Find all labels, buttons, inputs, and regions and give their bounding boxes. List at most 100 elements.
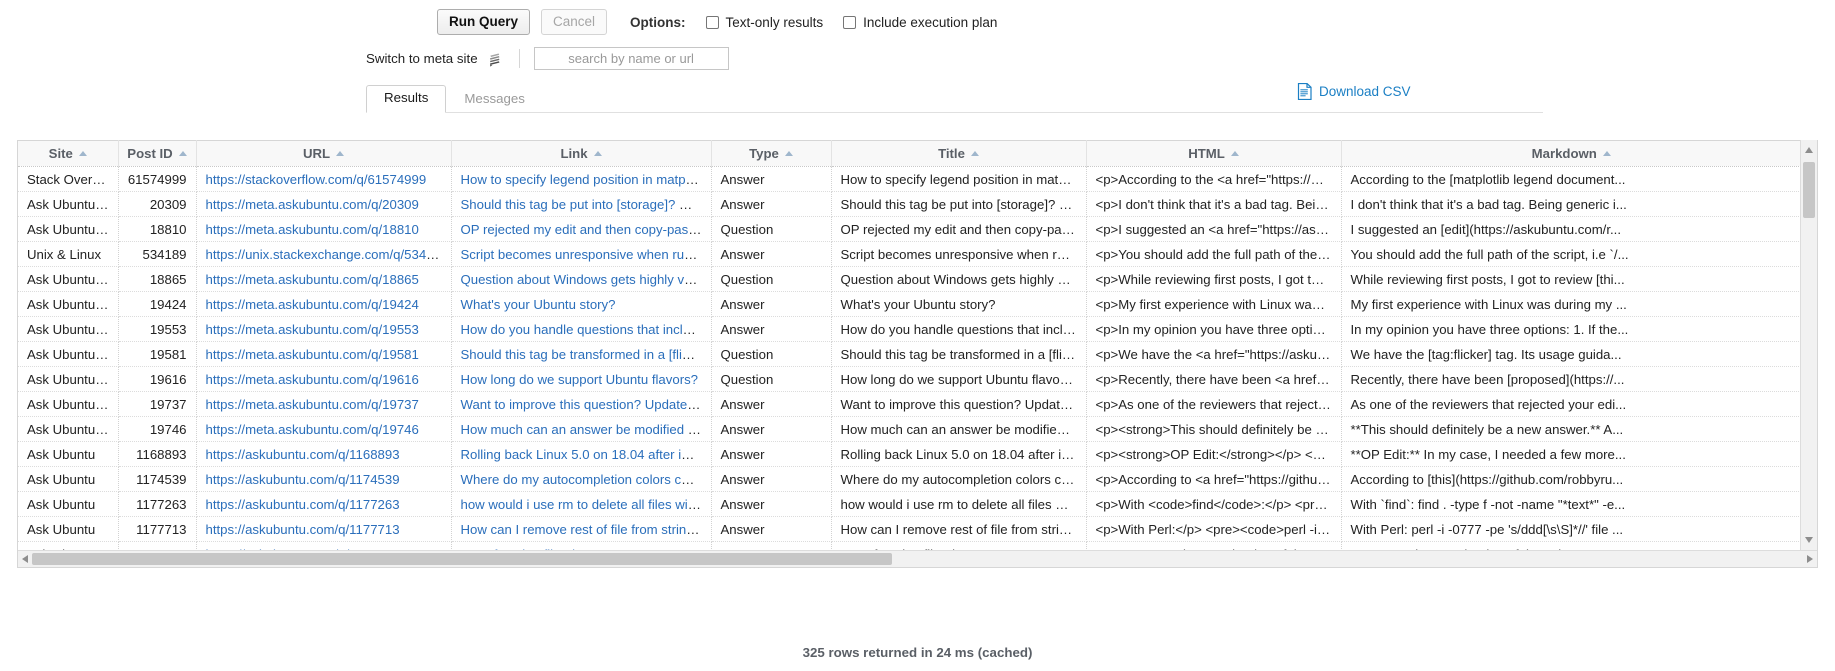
column-header-site[interactable]: Site <box>18 140 119 167</box>
sort-ascending-icon[interactable] <box>1230 151 1239 156</box>
cell-link-anchor[interactable]: What's your Ubuntu story? <box>461 297 616 312</box>
cell-url-anchor[interactable]: https://meta.askubuntu.com/q/19616 <box>206 372 419 387</box>
include-execution-plan-checkbox[interactable]: Include execution plan <box>843 15 997 30</box>
cell-link[interactable]: Should this tag be transformed in a [fli… <box>451 341 712 367</box>
cell-link-anchor[interactable]: How can I remove rest of file from strin… <box>461 522 711 537</box>
cell-link[interactable]: how would i use rm to delete all files w… <box>451 491 712 517</box>
cell-link[interactable]: What's your Ubuntu story? <box>451 291 712 317</box>
sort-ascending-icon[interactable] <box>78 151 87 156</box>
cell-url[interactable]: https://askubuntu.com/q/1177713 <box>196 516 452 542</box>
search-input[interactable] <box>533 46 729 70</box>
run-query-button[interactable]: Run Query <box>437 8 531 36</box>
table-row[interactable]: Ask Ubuntu M... 18865 https://meta.askubun… <box>18 266 1801 292</box>
cell-link[interactable]: Rolling back Linux 5.0 on 18.04 after in… <box>451 441 712 467</box>
cell-url-anchor[interactable]: https://meta.askubuntu.com/q/19553 <box>206 322 419 337</box>
cell-link-anchor[interactable]: How do you handle questions that include… <box>461 322 711 337</box>
table-row[interactable]: Ask Ubuntu M... 19553 https://meta.askubun… <box>18 316 1801 342</box>
column-header-post-id[interactable]: Post ID <box>118 140 197 167</box>
column-header-html[interactable]: HTML <box>1086 140 1342 167</box>
tab-messages[interactable]: Messages <box>446 86 543 113</box>
cell-link-anchor[interactable]: How long do we support Ubuntu flavors? <box>461 372 699 387</box>
cell-link-anchor[interactable]: Should this tag be put into [storage]? O… <box>461 197 711 212</box>
sort-ascending-icon[interactable] <box>970 151 979 156</box>
horizontal-scrollbar[interactable] <box>18 550 1817 567</box>
table-row[interactable]: Ask Ubuntu 1177713 https://askubuntu.com/q… <box>18 516 1801 542</box>
column-header-type[interactable]: Type <box>711 140 832 167</box>
switch-to-meta-site-link[interactable]: Switch to meta site <box>366 51 478 66</box>
scroll-down-icon[interactable] <box>1805 537 1813 543</box>
sort-ascending-icon[interactable] <box>593 151 602 156</box>
cell-url[interactable]: https://meta.askubuntu.com/q/20309 <box>196 191 452 217</box>
cell-link-anchor[interactable]: How much can an answer be modified befor… <box>461 422 711 437</box>
cell-url[interactable]: https://meta.askubuntu.com/q/19737 <box>196 391 452 417</box>
table-row[interactable]: Ask Ubuntu M... 19746 https://meta.askubun… <box>18 416 1801 442</box>
cell-url[interactable]: https://meta.askubuntu.com/q/18865 <box>196 266 452 292</box>
text-only-results-checkbox[interactable]: Text-only results <box>705 15 823 30</box>
table-row[interactable]: Ask Ubuntu 1177263 https://askubuntu.com/q… <box>18 491 1801 517</box>
cell-url-anchor[interactable]: https://askubuntu.com/q/1177263 <box>206 497 400 512</box>
cell-link[interactable]: OP rejected my edit and then copy-pasted… <box>451 216 712 242</box>
cell-link-anchor[interactable]: Rolling back Linux 5.0 on 18.04 after in… <box>461 447 711 462</box>
column-header-url[interactable]: URL <box>196 140 452 167</box>
cell-link[interactable]: Want to improve this question? Update th… <box>451 391 712 417</box>
cell-url-anchor[interactable]: https://stackoverflow.com/q/61574999 <box>206 172 427 187</box>
cell-link[interactable]: Script becomes unresponsive when running… <box>451 241 712 267</box>
cell-url[interactable]: https://meta.askubuntu.com/q/19746 <box>196 416 452 442</box>
sort-ascending-icon[interactable] <box>784 151 793 156</box>
cell-url-anchor[interactable]: https://meta.askubuntu.com/q/19581 <box>206 347 419 362</box>
scroll-left-icon[interactable] <box>22 555 28 563</box>
cell-link-anchor[interactable]: Question about Windows gets highly voted… <box>461 272 711 287</box>
table-row[interactable]: Unix & Linux 534189 https://unix.stackexch… <box>18 241 1801 267</box>
cell-link-anchor[interactable]: OP rejected my edit and then copy-pasted… <box>461 222 711 237</box>
cell-link[interactable]: Question about Windows gets highly voted… <box>451 266 712 292</box>
column-header-markdown[interactable]: Markdown <box>1341 140 1801 167</box>
cell-url-anchor[interactable]: https://meta.askubuntu.com/q/19746 <box>206 422 419 437</box>
cell-link-anchor[interactable]: Script becomes unresponsive when running… <box>461 247 711 262</box>
table-row[interactable]: Ask Ubuntu M... 18810 https://meta.askubun… <box>18 216 1801 242</box>
vertical-scrollbar-thumb[interactable] <box>1803 162 1815 218</box>
cell-link-anchor[interactable]: Where do my autocompletion colors come f… <box>461 472 711 487</box>
sort-ascending-icon[interactable] <box>336 151 345 156</box>
scroll-right-icon[interactable] <box>1807 555 1813 563</box>
table-row[interactable]: Ask Ubuntu M... 20309 https://meta.askubun… <box>18 191 1801 217</box>
cell-url[interactable]: https://stackoverflow.com/q/61574999 <box>196 166 452 192</box>
cell-url[interactable]: https://unix.stackexchange.com/q/534189 <box>196 241 452 267</box>
cell-link[interactable]: How long do we support Ubuntu flavors? <box>451 366 712 392</box>
table-row[interactable]: Ask Ubuntu M... 19616 https://meta.askubun… <box>18 366 1801 392</box>
cell-url-anchor[interactable]: https://unix.stackexchange.com/q/534189 <box>206 247 449 262</box>
download-csv-link[interactable]: Download CSV <box>1297 82 1411 101</box>
cell-link-anchor[interactable]: Want to improve this question? Update th… <box>461 397 711 412</box>
cell-url[interactable]: https://meta.askubuntu.com/q/19424 <box>196 291 452 317</box>
cell-url-anchor[interactable]: https://meta.askubuntu.com/q/18865 <box>206 272 419 287</box>
cell-url[interactable]: https://meta.askubuntu.com/q/18810 <box>196 216 452 242</box>
cell-url[interactable]: https://meta.askubuntu.com/q/19581 <box>196 341 452 367</box>
cell-url[interactable]: https://askubuntu.com/q/1177263 <box>196 491 452 517</box>
cell-link[interactable]: Where do my autocompletion colors come f… <box>451 466 712 492</box>
cell-url-anchor[interactable]: https://askubuntu.com/q/1168893 <box>206 447 400 462</box>
cell-link[interactable]: How much can an answer be modified befor… <box>451 416 712 442</box>
tab-results[interactable]: Results <box>366 85 447 113</box>
vertical-scrollbar[interactable] <box>1800 140 1817 550</box>
column-header-title[interactable]: Title <box>831 140 1087 167</box>
sort-ascending-icon[interactable] <box>1602 151 1611 156</box>
cell-url-anchor[interactable]: https://meta.askubuntu.com/q/19424 <box>206 297 419 312</box>
checkbox-icon[interactable] <box>705 15 719 29</box>
scroll-up-icon[interactable] <box>1805 147 1813 153</box>
cell-link[interactable]: How can I remove rest of file from strin… <box>451 516 712 542</box>
table-row[interactable]: Ask Ubuntu M... 19737 https://meta.askubun… <box>18 391 1801 417</box>
cell-link[interactable]: Should this tag be put into [storage]? O… <box>451 191 712 217</box>
cell-url[interactable]: https://meta.askubuntu.com/q/19616 <box>196 366 452 392</box>
cell-url[interactable]: https://askubuntu.com/q/1174539 <box>196 466 452 492</box>
cell-link[interactable]: How do you handle questions that include… <box>451 316 712 342</box>
table-row[interactable]: Ask Ubuntu 1168893 https://askubuntu.com/q… <box>18 441 1801 467</box>
cell-url-anchor[interactable]: https://askubuntu.com/q/1174539 <box>206 472 400 487</box>
cell-url-anchor[interactable]: https://meta.askubuntu.com/q/20309 <box>206 197 419 212</box>
table-row[interactable]: Ask Ubuntu M... 19424 https://meta.askubun… <box>18 291 1801 317</box>
cell-link-anchor[interactable]: how would i use rm to delete all files w… <box>461 497 711 512</box>
column-header-link[interactable]: Link <box>451 140 712 167</box>
checkbox-icon[interactable] <box>843 15 857 29</box>
table-row[interactable]: Ask Ubuntu M... 19581 https://meta.askubun… <box>18 341 1801 367</box>
cell-url[interactable]: https://askubuntu.com/q/1168893 <box>196 441 452 467</box>
table-row[interactable]: Ask Ubuntu 1174539 https://askubuntu.com/q… <box>18 466 1801 492</box>
cell-url-anchor[interactable]: https://meta.askubuntu.com/q/19737 <box>206 397 419 412</box>
